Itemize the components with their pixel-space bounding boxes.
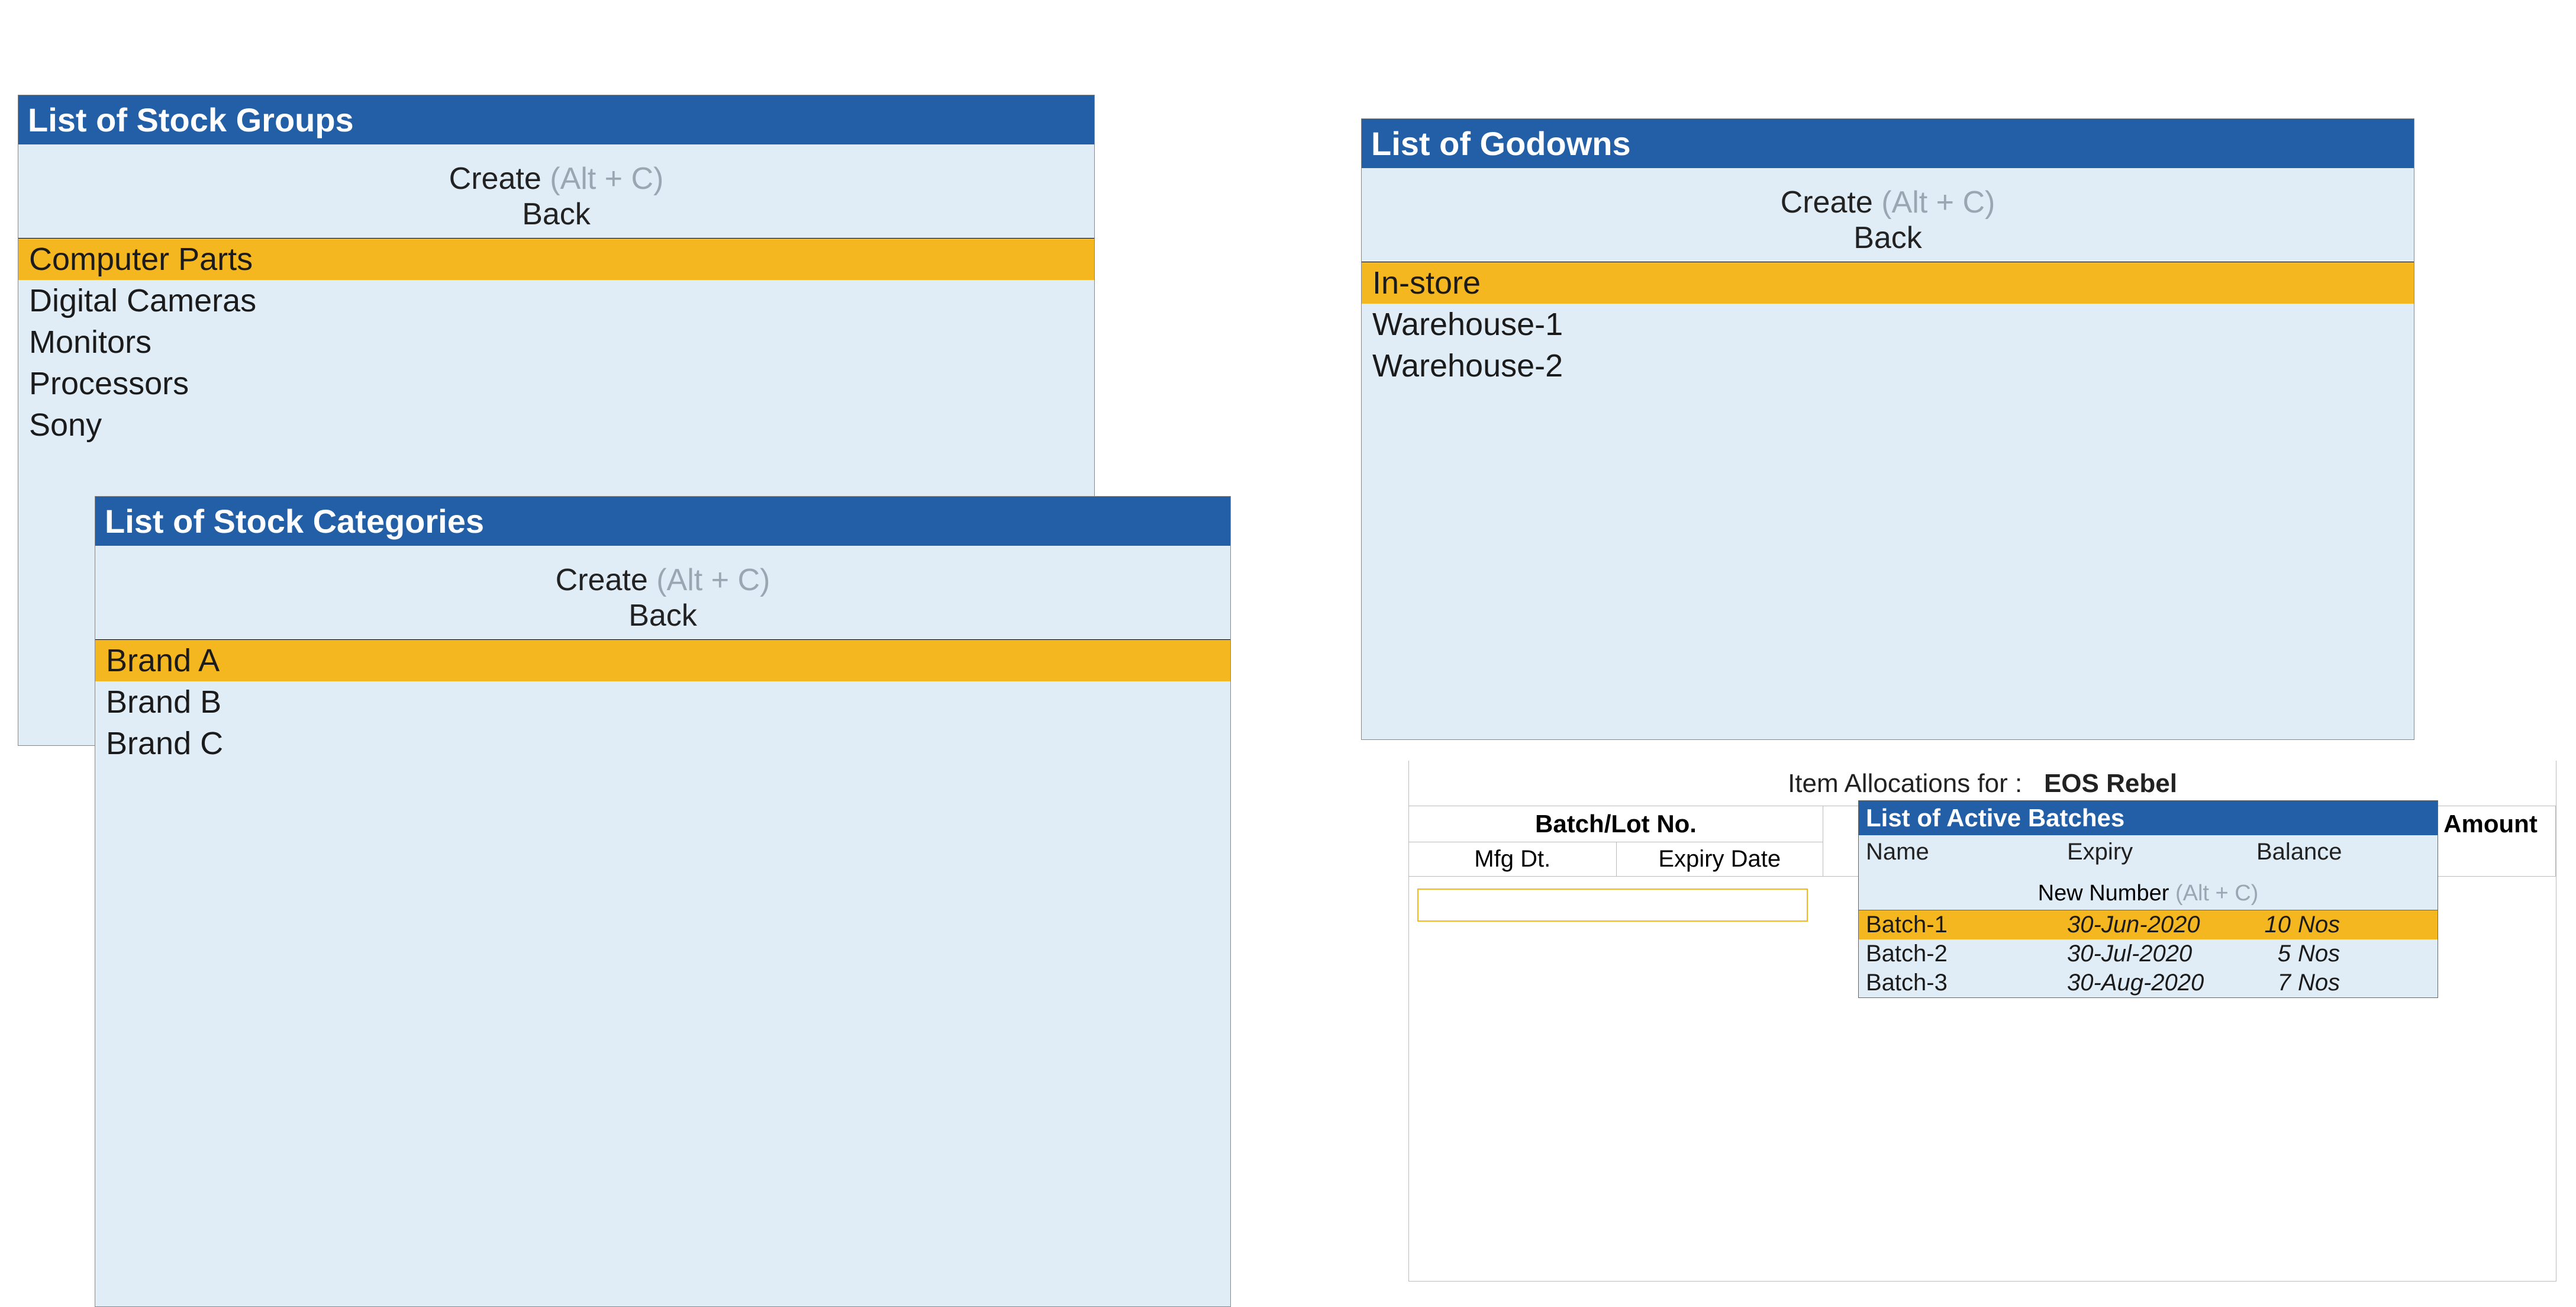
batch-row[interactable]: Batch-2 30-Jul-2020 5 Nos — [1859, 939, 2438, 968]
batch-expiry: 30-Jun-2020 — [2067, 912, 2256, 938]
stock-categories-title: List of Stock Categories — [95, 497, 1230, 546]
list-item[interactable]: Brand A — [95, 640, 1230, 681]
create-shortcut: (Alt + C) — [656, 563, 770, 597]
list-item[interactable]: Computer Parts — [18, 239, 1094, 280]
batch-unit: Nos — [2298, 970, 2430, 996]
create-shortcut: (Alt + C) — [1881, 185, 1995, 220]
batch-qty: 10 — [2256, 912, 2298, 938]
create-label: Create — [556, 563, 648, 597]
stock-groups-top: Create (Alt + C) Back — [18, 144, 1094, 239]
alloc-item-name: EOS Rebel — [2044, 769, 2177, 798]
col-mfg-label: Mfg Dt. — [1409, 842, 1616, 876]
batch-name: Batch-1 — [1866, 912, 2067, 938]
back-button[interactable]: Back — [95, 598, 1230, 633]
create-label: Create — [1781, 185, 1873, 220]
list-item[interactable]: In-store — [1362, 262, 2414, 304]
alloc-title-prefix: Item Allocations for : — [1788, 769, 2022, 798]
stock-categories-panel: List of Stock Categories Create (Alt + C… — [95, 496, 1231, 1307]
list-item[interactable]: Warehouse-1 — [1362, 304, 2414, 345]
godowns-list: In-store Warehouse-1 Warehouse-2 — [1362, 262, 2414, 387]
back-button[interactable]: Back — [18, 197, 1094, 232]
batch-input[interactable] — [1417, 888, 1808, 922]
col-name-label: Name — [1866, 839, 2067, 865]
batch-name: Batch-3 — [1866, 970, 2067, 996]
col-balance-label: Balance — [2256, 839, 2430, 865]
godowns-title: List of Godowns — [1362, 119, 2414, 168]
godowns-panel: List of Godowns Create (Alt + C) Back In… — [1361, 118, 2414, 740]
list-item[interactable]: Sony — [18, 404, 1094, 446]
col-batch: Batch/Lot No. Mfg Dt. Expiry Date — [1409, 806, 1823, 876]
godowns-top: Create (Alt + C) Back — [1362, 168, 2414, 262]
col-expiry-label: Expiry — [2067, 839, 2256, 865]
list-item[interactable]: Processors — [18, 363, 1094, 404]
active-batches-list: Batch-1 30-Jun-2020 10 Nos Batch-2 30-Ju… — [1859, 910, 2438, 997]
stock-categories-list: Brand A Brand B Brand C — [95, 640, 1230, 764]
create-button[interactable]: Create (Alt + C) — [18, 161, 1094, 197]
list-item[interactable]: Warehouse-2 — [1362, 345, 2414, 387]
batch-row[interactable]: Batch-1 30-Jun-2020 10 Nos — [1859, 910, 2438, 939]
col-expiry-label: Expiry Date — [1616, 842, 1823, 876]
create-shortcut: (Alt + C) — [550, 162, 663, 196]
active-batches-panel: List of Active Batches Name Expiry Balan… — [1858, 800, 2438, 998]
stock-groups-list: Computer Parts Digital Cameras Monitors … — [18, 239, 1094, 446]
batch-qty: 5 — [2256, 941, 2298, 967]
active-batches-title: List of Active Batches — [1859, 801, 2438, 835]
batch-expiry: 30-Jul-2020 — [2067, 941, 2256, 967]
new-number-label: New Number — [2038, 881, 2169, 906]
list-item[interactable]: Monitors — [18, 321, 1094, 363]
col-batch-label: Batch/Lot No. — [1409, 806, 1823, 842]
create-button[interactable]: Create (Alt + C) — [95, 562, 1230, 598]
batch-qty: 7 — [2256, 970, 2298, 996]
stock-categories-top: Create (Alt + C) Back — [95, 546, 1230, 640]
item-allocations-title: Item Allocations for : EOS Rebel — [1409, 761, 2556, 806]
col-amount-label: Amount — [2426, 806, 2556, 876]
active-batches-columns: Name Expiry Balance — [1859, 835, 2438, 869]
list-item[interactable]: Brand C — [95, 723, 1230, 764]
batch-unit: Nos — [2298, 941, 2430, 967]
new-number-button[interactable]: New Number (Alt + C) — [1859, 869, 2438, 910]
new-number-shortcut: (Alt + C) — [2175, 881, 2258, 906]
list-item[interactable]: Brand B — [95, 681, 1230, 723]
back-button[interactable]: Back — [1362, 220, 2414, 256]
batch-unit: Nos — [2298, 912, 2430, 938]
batch-row[interactable]: Batch-3 30-Aug-2020 7 Nos — [1859, 968, 2438, 997]
create-label: Create — [449, 162, 541, 196]
stock-groups-title: List of Stock Groups — [18, 95, 1094, 144]
batch-name: Batch-2 — [1866, 941, 2067, 967]
create-button[interactable]: Create (Alt + C) — [1362, 185, 2414, 220]
list-item[interactable]: Digital Cameras — [18, 280, 1094, 321]
batch-expiry: 30-Aug-2020 — [2067, 970, 2256, 996]
